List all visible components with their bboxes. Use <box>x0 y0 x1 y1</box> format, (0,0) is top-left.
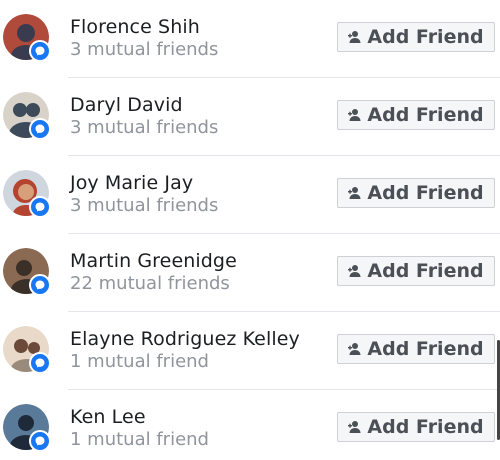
messenger-badge-icon <box>29 352 51 374</box>
add-friend-button[interactable]: Add Friend <box>337 22 495 52</box>
messenger-badge-icon <box>29 40 51 62</box>
add-friend-label: Add Friend <box>367 260 484 282</box>
add-friend-label: Add Friend <box>367 338 484 360</box>
add-friend-person-icon <box>348 187 361 199</box>
add-friend-button[interactable]: Add Friend <box>337 178 495 208</box>
mutual-friends-count[interactable]: 3 mutual friends <box>70 195 218 216</box>
friend-suggestion-row: Joy Marie Jay 3 mutual friends Add Frien… <box>0 156 500 234</box>
friend-name[interactable]: Martin Greenidge <box>70 250 237 272</box>
friend-name[interactable]: Joy Marie Jay <box>70 172 193 194</box>
add-friend-person-icon <box>348 265 361 277</box>
mutual-friends-count[interactable]: 22 mutual friends <box>70 273 230 294</box>
add-friend-button[interactable]: Add Friend <box>337 334 495 364</box>
avatar-head <box>13 103 27 117</box>
friend-name[interactable]: Ken Lee <box>70 406 146 428</box>
add-friend-button[interactable]: Add Friend <box>337 256 495 286</box>
avatar-face <box>18 184 34 200</box>
avatar[interactable] <box>3 326 51 374</box>
friend-suggestion-row: Florence Shih 3 mutual friends Add Frien… <box>0 0 500 78</box>
add-friend-label: Add Friend <box>367 182 484 204</box>
messenger-badge-icon <box>29 274 51 296</box>
friend-suggestion-row: Martin Greenidge 22 mutual friends Add F… <box>0 234 500 312</box>
avatar[interactable] <box>3 248 51 296</box>
friend-name[interactable]: Daryl David <box>70 94 183 116</box>
add-friend-button[interactable]: Add Friend <box>337 412 495 442</box>
avatar-head <box>14 339 28 353</box>
avatar-head <box>26 103 40 117</box>
avatar-head <box>17 24 35 42</box>
friend-suggestion-row: Ken Lee 1 mutual friend Add Friend <box>0 390 500 460</box>
messenger-badge-icon <box>29 430 51 452</box>
mutual-friends-count[interactable]: 1 mutual friend <box>70 429 209 450</box>
add-friend-label: Add Friend <box>367 26 484 48</box>
add-friend-button[interactable]: Add Friend <box>337 100 495 130</box>
avatar[interactable] <box>3 92 51 140</box>
avatar[interactable] <box>3 14 51 62</box>
avatar-head <box>16 260 32 276</box>
add-friend-label: Add Friend <box>367 104 484 126</box>
messenger-badge-icon <box>29 196 51 218</box>
friend-suggestion-row: Elayne Rodriguez Kelley 1 mutual friend … <box>0 312 500 390</box>
avatar[interactable] <box>3 170 51 218</box>
add-friend-person-icon <box>348 343 361 355</box>
add-friend-person-icon <box>348 421 361 433</box>
add-friend-person-icon <box>348 31 361 43</box>
mutual-friends-count[interactable]: 1 mutual friend <box>70 351 209 372</box>
add-friend-person-icon <box>348 109 361 121</box>
friend-name[interactable]: Florence Shih <box>70 16 200 38</box>
mutual-friends-count[interactable]: 3 mutual friends <box>70 117 218 138</box>
friend-name[interactable]: Elayne Rodriguez Kelley <box>70 328 300 350</box>
add-friend-label: Add Friend <box>367 416 484 438</box>
mutual-friends-count[interactable]: 3 mutual friends <box>70 39 218 60</box>
avatar[interactable] <box>3 404 51 452</box>
avatar-head <box>18 415 34 431</box>
friend-suggestion-row: Daryl David 3 mutual friends Add Friend <box>0 78 500 156</box>
messenger-badge-icon <box>29 118 51 140</box>
people-you-may-know-list: Florence Shih 3 mutual friends Add Frien… <box>0 0 500 460</box>
